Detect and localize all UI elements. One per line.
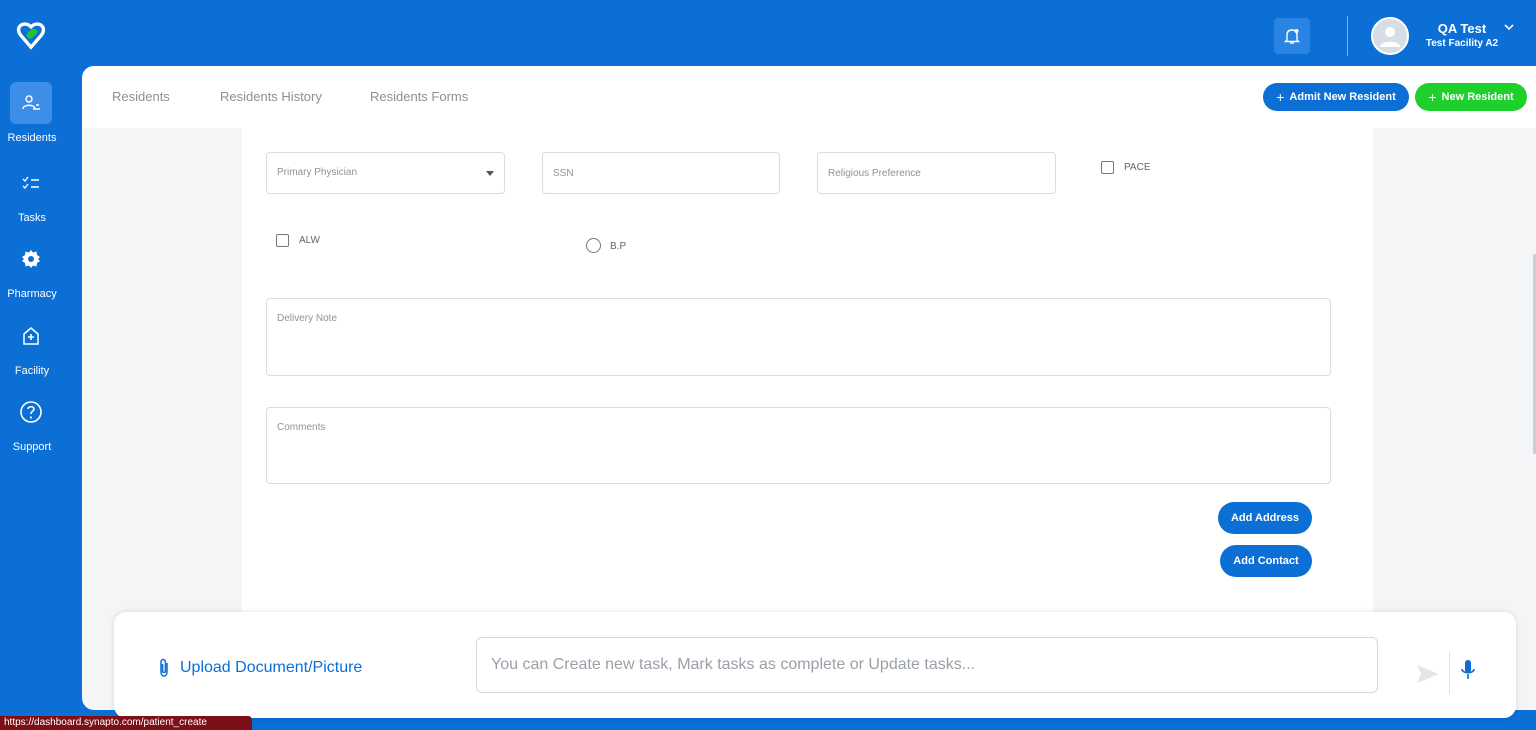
bell-icon <box>1284 29 1300 44</box>
alw-checkbox[interactable] <box>276 234 289 247</box>
dropdown-arrow-icon <box>486 171 494 176</box>
religious-preference-input[interactable] <box>817 152 1056 194</box>
send-icon[interactable] <box>1416 664 1440 684</box>
gear-icon <box>10 238 52 280</box>
comments-placeholder: Comments <box>277 422 326 433</box>
chevron-down-icon[interactable] <box>1502 20 1516 34</box>
sidebar-item-label: Support <box>12 441 52 453</box>
tab-residents-history[interactable]: Residents History <box>220 89 322 104</box>
top-header: QA Test Test Facility A2 <box>0 0 1536 70</box>
plus-icon: + <box>1428 89 1437 105</box>
bp-radio[interactable] <box>586 238 601 253</box>
sidebar: Residents Tasks Pharmacy Facility Suppor… <box>0 70 82 730</box>
notification-button[interactable] <box>1274 18 1310 54</box>
tasks-icon <box>10 162 52 204</box>
sidebar-item-facility[interactable]: Facility <box>0 315 64 377</box>
primary-physician-select[interactable]: Primary Physician <box>266 152 505 194</box>
facility-icon <box>10 315 52 357</box>
primary-physician-placeholder: Primary Physician <box>277 167 358 178</box>
new-resident-label: New Resident <box>1441 91 1514 103</box>
add-contact-button[interactable]: Add Contact <box>1220 545 1312 577</box>
app-logo-icon[interactable] <box>14 20 48 54</box>
task-chat-input[interactable] <box>476 637 1378 693</box>
alw-label: ALW <box>299 235 320 246</box>
pace-checkbox[interactable] <box>1101 161 1114 174</box>
sidebar-item-support[interactable]: Support <box>0 391 64 453</box>
user-icon <box>1380 27 1400 47</box>
tabs-bar: Residents Residents History Residents Fo… <box>82 66 1536 128</box>
comments-textarea[interactable]: Comments <box>266 407 1331 484</box>
admit-new-resident-label: Admit New Resident <box>1289 91 1396 103</box>
delivery-note-placeholder: Delivery Note <box>277 313 338 324</box>
sidebar-item-pharmacy[interactable]: Pharmacy <box>0 238 64 300</box>
status-url-bar: https://dashboard.synapto.com/patient_cr… <box>0 716 252 730</box>
tab-residents-forms[interactable]: Residents Forms <box>370 89 468 104</box>
sidebar-item-label: Pharmacy <box>7 288 57 300</box>
sidebar-item-label: Tasks <box>17 212 47 224</box>
sidebar-item-residents[interactable]: Residents <box>0 82 64 144</box>
task-chat-bar: Upload Document/Picture <box>114 612 1516 718</box>
sidebar-item-tasks[interactable]: Tasks <box>0 162 64 224</box>
chat-divider <box>1449 652 1450 694</box>
upload-document-button[interactable]: Upload Document/Picture <box>158 658 362 678</box>
residents-icon <box>10 82 52 124</box>
microphone-icon[interactable] <box>1460 659 1476 683</box>
help-icon <box>10 391 52 433</box>
tab-residents[interactable]: Residents <box>112 89 170 104</box>
sidebar-item-label: Residents <box>7 132 57 144</box>
delivery-note-textarea[interactable]: Delivery Note <box>266 298 1331 376</box>
user-name[interactable]: QA Test <box>1422 21 1502 36</box>
pace-label: PACE <box>1124 162 1151 173</box>
header-divider <box>1347 16 1348 56</box>
sidebar-item-label: Facility <box>14 365 50 377</box>
admit-new-resident-button[interactable]: + Admit New Resident <box>1263 83 1409 111</box>
resident-form: Primary Physician PACE ALW B.P Delivery … <box>242 128 1373 666</box>
plus-icon: + <box>1276 89 1285 105</box>
add-address-button[interactable]: Add Address <box>1218 502 1312 534</box>
avatar[interactable] <box>1371 17 1409 55</box>
ssn-input[interactable] <box>542 152 780 194</box>
upload-label: Upload Document/Picture <box>180 659 363 676</box>
new-resident-button[interactable]: + New Resident <box>1415 83 1527 111</box>
user-facility[interactable]: Test Facility A2 <box>1420 38 1504 49</box>
bp-label: B.P <box>610 241 627 252</box>
paperclip-icon <box>160 658 168 677</box>
